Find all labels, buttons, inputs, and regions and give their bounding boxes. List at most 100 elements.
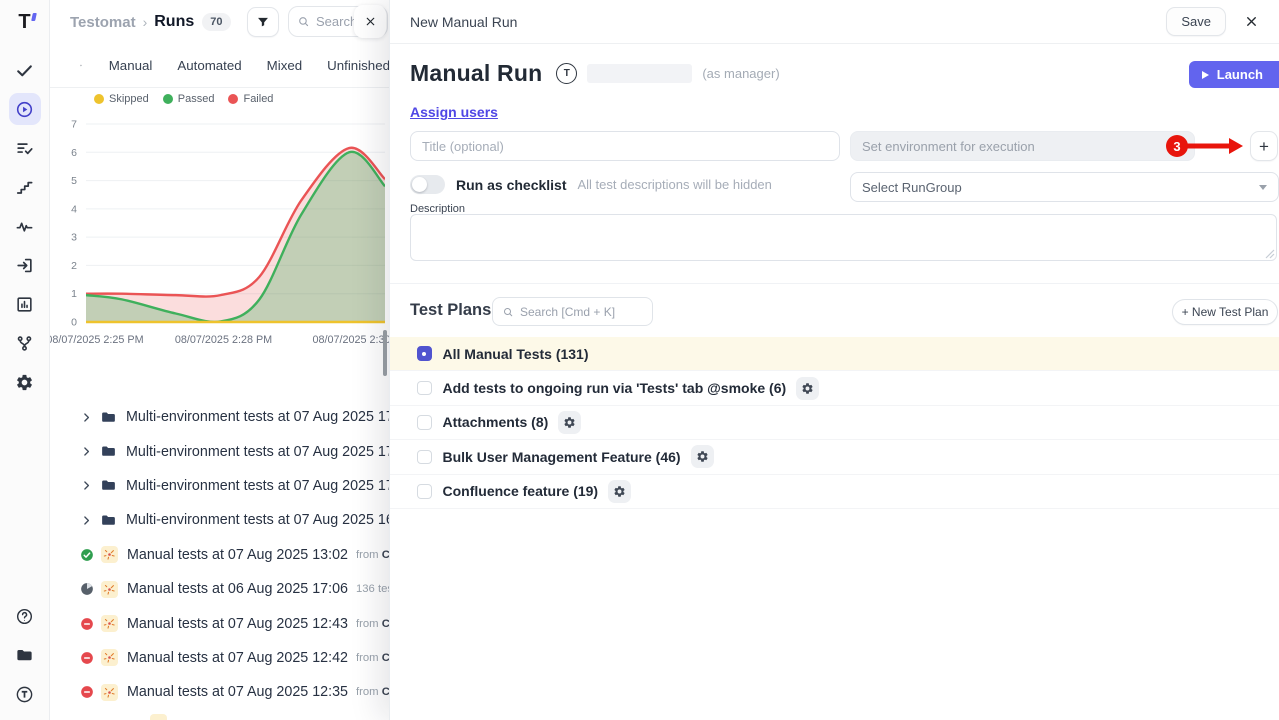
run-row[interactable]: Manual tests at 06 Aug 2025 17:06136 tes…	[50, 572, 390, 606]
branch-icon	[15, 334, 34, 353]
status-failed-icon	[80, 685, 94, 699]
assign-users-link[interactable]: Assign users	[410, 104, 498, 120]
add-environment-button[interactable]: +	[1250, 131, 1278, 161]
svg-text:3: 3	[71, 232, 77, 244]
tab-automated[interactable]: Automated	[177, 58, 241, 73]
select-all-icon[interactable]	[80, 57, 82, 74]
search-icon	[297, 15, 310, 28]
drawer-close-icon[interactable]	[1244, 14, 1259, 29]
tab-mixed[interactable]: Mixed	[267, 58, 302, 73]
folder-icon	[100, 443, 117, 460]
run-row[interactable]: Manual tests at 07 Aug 2025 13:02from Cu…	[50, 538, 390, 572]
bar-chart-icon	[15, 295, 34, 314]
owner-role: (as manager)	[702, 66, 779, 81]
chevron-right-icon[interactable]	[80, 411, 93, 424]
rail-item-profile[interactable]	[11, 680, 39, 708]
help-icon	[15, 607, 34, 626]
scrollbar-thumb[interactable]	[383, 330, 387, 376]
save-button[interactable]: Save	[1166, 7, 1226, 36]
close-icon	[364, 15, 377, 28]
drawer-title: New Manual Run	[410, 14, 517, 30]
svg-text:4: 4	[71, 203, 77, 215]
description-textarea[interactable]	[410, 214, 1277, 261]
run-title-input[interactable]	[410, 131, 840, 161]
runs-count-badge: 70	[202, 13, 230, 31]
svg-text:2: 2	[71, 260, 77, 272]
tab-manual[interactable]: Manual	[109, 58, 153, 73]
x-tick-label: 08/07/2025 2:28 PM	[175, 334, 272, 346]
search-clear-button[interactable]	[354, 5, 386, 38]
rail-item-import[interactable]	[9, 249, 41, 281]
test-plan-settings-button[interactable]	[796, 377, 819, 400]
run-row[interactable]: Manual tests at 07 Aug 2025 12:42from Cu…	[50, 641, 390, 675]
test-plan-checkbox[interactable]	[417, 450, 432, 465]
rail-item-milestones[interactable]	[9, 171, 41, 203]
logo-badge-icon	[15, 685, 34, 704]
rail-item-settings[interactable]	[9, 366, 41, 398]
test-plan-row[interactable]: Bulk User Management Feature (46)	[390, 440, 1279, 474]
run-row[interactable]: Manual tests at 07 Aug 2025 12:43from Cu…	[50, 606, 390, 640]
rail-item-pulse[interactable]	[9, 210, 41, 242]
checklist-label: Run as checklist	[456, 177, 567, 193]
test-plan-row[interactable]: Attachments (8)	[390, 406, 1279, 440]
manual-run-icon	[101, 581, 118, 598]
legend-dot	[163, 94, 173, 104]
test-plan-settings-button[interactable]	[691, 445, 714, 468]
test-plan-list: All Manual Tests (131)Add tests to ongoi…	[390, 337, 1279, 509]
run-row[interactable]: Multi-environment tests at 07 Aug 2025 1…	[50, 434, 390, 468]
chevron-right-icon[interactable]	[80, 445, 93, 458]
chevron-right-icon[interactable]	[80, 479, 93, 492]
test-plan-settings-button[interactable]	[608, 480, 631, 503]
runs-tabs: Manual Automated Mixed Unfinished	[50, 44, 390, 88]
test-plans-heading: Test Plans	[410, 301, 491, 320]
filter-button[interactable]	[247, 7, 279, 37]
folder-icon	[100, 477, 117, 494]
rail-item-projects[interactable]	[11, 641, 39, 669]
chevron-right-icon[interactable]	[80, 514, 93, 527]
run-row[interactable]: Multi-environment tests at 07 Aug 2025 1…	[50, 469, 390, 503]
new-test-plan-button[interactable]: + New Test Plan	[1172, 299, 1278, 325]
section-divider	[390, 283, 1279, 284]
run-row[interactable]: Multi-environment tests at 07 Aug 2025 1…	[50, 400, 390, 434]
test-plan-checkbox[interactable]	[417, 484, 432, 499]
rail-item-runs[interactable]	[9, 93, 41, 125]
runs-panel: Testomat › Runs 70 ManualAutomatedMixedU…	[50, 0, 390, 720]
test-plan-row[interactable]: Confluence feature (19)	[390, 475, 1279, 509]
test-plan-settings-button[interactable]	[558, 411, 581, 434]
tab-unfinished[interactable]: Unfinished	[327, 58, 390, 73]
rail-item-analytics[interactable]	[9, 288, 41, 320]
manual-run-icon	[101, 684, 118, 701]
rungroup-select[interactable]: Select RunGroup	[850, 172, 1279, 202]
new-run-drawer: New Manual Run Save Manual Run T (as man…	[390, 0, 1279, 720]
rail-item-tests[interactable]	[9, 54, 41, 86]
run-label: Manual tests at 06 Aug 2025 17:06	[127, 581, 348, 597]
test-plan-row[interactable]: All Manual Tests (131)	[390, 337, 1279, 371]
x-tick-label: 08/07/2025 2:25 PM	[50, 334, 144, 346]
test-plan-checkbox[interactable]	[417, 346, 432, 361]
run-icon	[15, 100, 34, 119]
app-logo[interactable]: T	[18, 12, 30, 32]
run-meta: from Custom	[356, 686, 390, 698]
folder-icon	[15, 646, 34, 665]
run-row[interactable]: Manual tests at 07 Aug 2025 12:35from Cu…	[50, 675, 390, 709]
rail-item-test-plans[interactable]	[9, 132, 41, 164]
rail-item-help[interactable]	[11, 602, 39, 630]
test-plan-row[interactable]: Add tests to ongoing run via 'Tests' tab…	[390, 371, 1279, 405]
chart-x-axis: 08/07/2025 2:25 PM08/07/2025 2:28 PM08/0…	[50, 334, 390, 350]
run-label: Manual tests at 07 Aug 2025 12:43	[127, 616, 348, 632]
checklist-toggle[interactable]	[410, 175, 445, 194]
test-plan-checkbox[interactable]	[417, 415, 432, 430]
test-plan-checkbox[interactable]	[417, 381, 432, 396]
test-plans-search-input[interactable]	[520, 305, 643, 319]
svg-text:7: 7	[71, 119, 77, 131]
checklist-row: Run as checklist All test descriptions w…	[410, 175, 772, 194]
run-row[interactable]: Multi-environment tests at 07 Aug 2025 1…	[50, 503, 390, 537]
run-meta: from Custom	[356, 549, 390, 561]
environment-input[interactable]	[850, 131, 1195, 161]
rail-item-branches[interactable]	[9, 327, 41, 359]
test-plan-label: Attachments (8)	[443, 414, 549, 430]
pulse-icon	[15, 217, 34, 236]
breadcrumb-app[interactable]: Testomat	[70, 14, 136, 31]
filter-icon	[256, 15, 270, 29]
launch-button[interactable]: Launch	[1189, 61, 1279, 88]
